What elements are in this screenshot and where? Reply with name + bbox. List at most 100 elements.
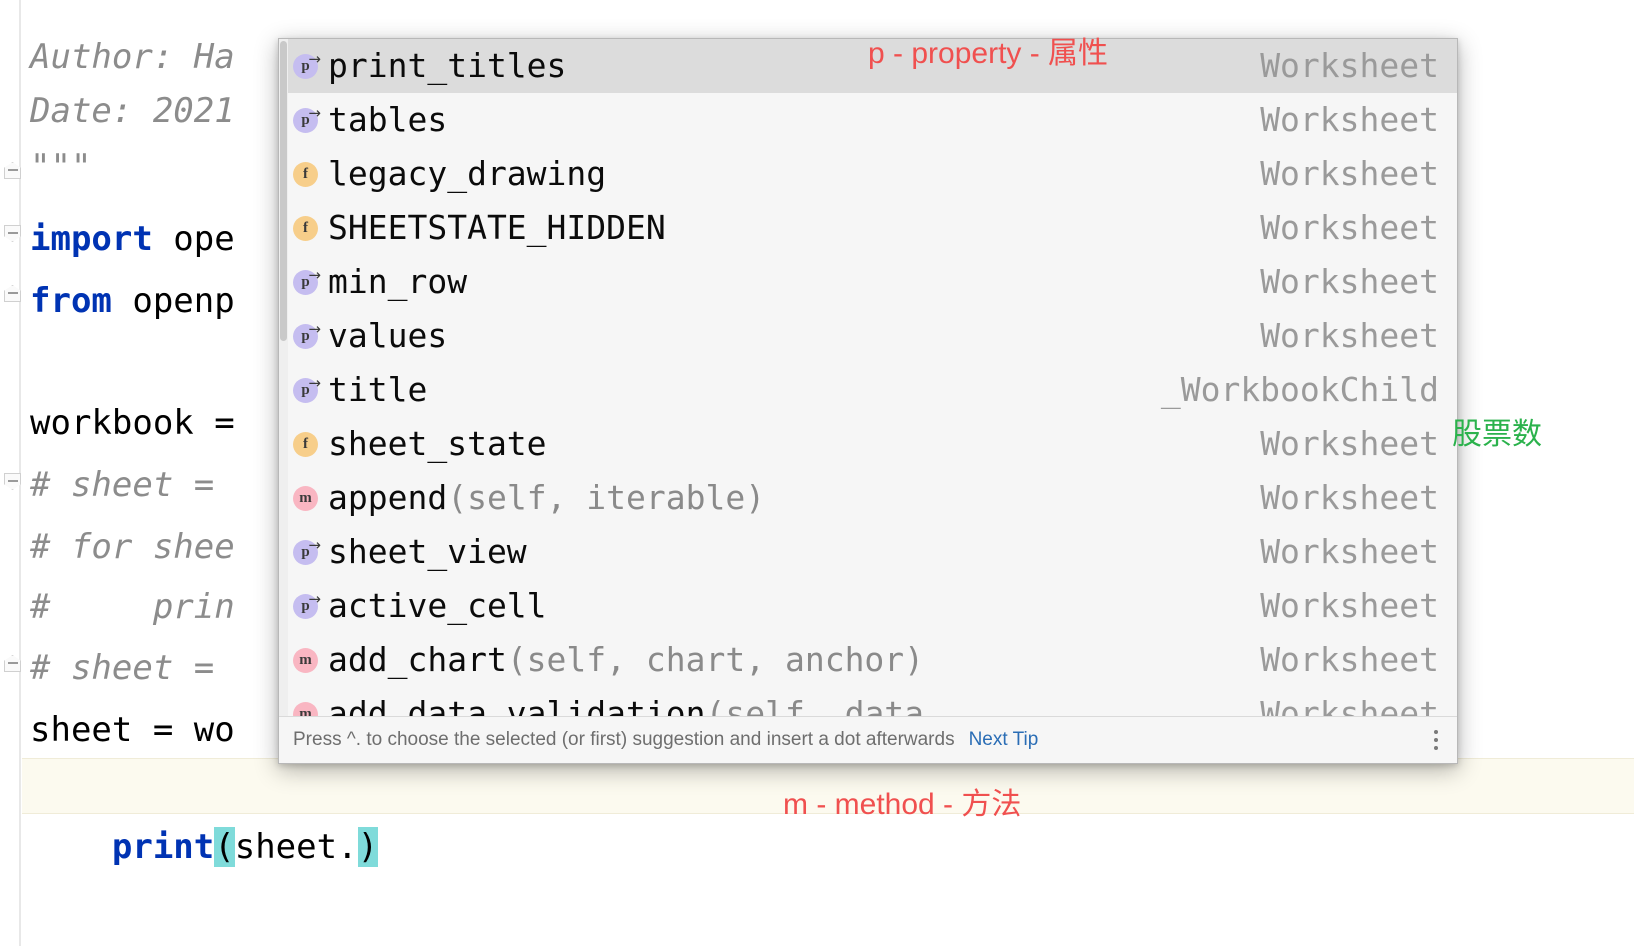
completion-scrollbar-track[interactable] — [279, 39, 288, 718]
code-fold-toggle[interactable] — [4, 225, 22, 243]
completion-item-params: (self, chart, anchor) — [506, 640, 925, 679]
property-icon: p → — [293, 592, 321, 620]
completion-item-name: active_cell — [328, 586, 547, 625]
code-segment: # sheet = — [30, 648, 235, 688]
code-segment: ope — [173, 219, 235, 259]
arrow-icon: → — [308, 50, 321, 68]
more-options-icon[interactable] — [1425, 727, 1447, 753]
property-icon: p → — [293, 52, 321, 80]
completion-item[interactable]: p → print_titles Worksheet — [279, 39, 1457, 93]
property-icon: p → — [293, 322, 321, 350]
completion-item[interactable]: p → active_cell Worksheet — [279, 579, 1457, 633]
completion-item-name: legacy_drawing — [328, 154, 607, 193]
completion-item-type: Worksheet — [1260, 316, 1439, 355]
code-fold-toggle[interactable] — [4, 285, 22, 303]
completion-item[interactable]: f SHEETSTATE_HIDDEN Worksheet — [279, 201, 1457, 255]
code-completion-popup[interactable]: p → print_titles Worksheet p → tables Worksheet… — [278, 38, 1458, 764]
open-paren-highlight: ( — [214, 827, 235, 867]
badge-letter: f — [293, 162, 318, 187]
arrow-icon: → — [308, 374, 321, 392]
arrow-icon: → — [308, 320, 321, 338]
code-line: # sheet = — [30, 641, 235, 695]
code-segment: # prin — [30, 587, 235, 627]
completion-item-name: sheet_view — [328, 532, 527, 571]
code-segment: workbook = — [30, 403, 256, 443]
code-segment: openp — [132, 281, 235, 321]
completion-item-name: tables — [328, 100, 448, 139]
property-icon: p → — [293, 376, 321, 404]
code-segment: # sheet = — [30, 465, 235, 505]
code-segment: import — [30, 219, 174, 259]
completion-item-name: values — [328, 316, 448, 355]
code-segment: from — [30, 281, 133, 321]
code-line: # sheet = — [30, 458, 235, 512]
arrow-icon: → — [308, 590, 321, 608]
completion-item[interactable]: f legacy_drawing Worksheet — [279, 147, 1457, 201]
completion-item-name: add_chart — [328, 640, 507, 679]
code-line: Author: Ha — [30, 30, 235, 84]
code-line: sheet = wo — [30, 703, 235, 757]
completion-item-type: _WorkbookChild — [1160, 370, 1439, 409]
arrow-icon: → — [308, 104, 321, 122]
code-line: # prin — [30, 580, 235, 634]
code-line: from openp — [30, 274, 235, 328]
completion-item-type: Worksheet — [1260, 262, 1439, 301]
completion-item[interactable]: m add_data_validation (self, data Worksheet — [279, 687, 1457, 718]
field-icon: f — [293, 430, 321, 458]
code-segment: Date: 2021 — [30, 91, 235, 131]
arrow-icon: → — [308, 536, 321, 554]
completion-item[interactable]: p → title _WorkbookChild — [279, 363, 1457, 417]
close-paren-highlight: ) — [357, 827, 379, 867]
badge-letter: m — [293, 486, 318, 511]
completion-item[interactable]: f sheet_state Worksheet — [279, 417, 1457, 471]
completion-item-type: Worksheet — [1260, 208, 1439, 247]
code-segment: """ — [30, 147, 92, 187]
minus-icon — [7, 480, 18, 482]
completion-item[interactable]: m append (self, iterable) Worksheet — [279, 471, 1457, 525]
field-icon: f — [293, 214, 321, 242]
badge-letter: m — [293, 648, 318, 673]
completion-item-name: print_titles — [328, 46, 567, 85]
code-segment: sheet = wo — [30, 710, 235, 750]
code-line: workbook = — [30, 396, 255, 450]
completion-item[interactable]: p → sheet_view Worksheet — [279, 525, 1457, 579]
code-line: # for shee — [30, 520, 235, 574]
field-icon: f — [293, 160, 321, 188]
next-tip-link[interactable]: Next Tip — [969, 729, 1039, 751]
completion-scrollbar-thumb[interactable] — [280, 41, 287, 341]
property-icon: p → — [293, 106, 321, 134]
completion-hint-text: Press ^. to choose the selected (or firs… — [293, 729, 955, 750]
minus-icon — [7, 292, 18, 294]
code-segment: # for shee — [30, 527, 235, 567]
completion-item[interactable]: p → tables Worksheet — [279, 93, 1457, 147]
minus-icon — [7, 662, 18, 664]
code-line: import ope — [30, 212, 235, 266]
minus-icon — [7, 169, 18, 171]
completion-item-params: (self, iterable) — [447, 478, 766, 517]
completion-item-name: SHEETSTATE_HIDDEN — [328, 208, 666, 247]
completion-list[interactable]: p → print_titles Worksheet p → tables Worksheet… — [279, 39, 1457, 718]
property-icon: p → — [293, 538, 321, 566]
completion-item-type: Worksheet — [1260, 694, 1439, 719]
completion-item-type: Worksheet — [1260, 46, 1439, 85]
completion-item-name: add_data_validation — [328, 694, 706, 719]
code-segment: Author: Ha — [30, 37, 235, 77]
code-fold-toggle[interactable] — [4, 162, 22, 180]
completion-item[interactable]: m add_chart (self, chart, anchor) Worksheet — [279, 633, 1457, 687]
completion-item-type: Worksheet — [1260, 154, 1439, 193]
completion-item-name: append — [328, 478, 448, 517]
completion-item-name: min_row — [328, 262, 468, 301]
code-fold-toggle[interactable] — [4, 473, 22, 491]
code-line: """ — [30, 140, 91, 194]
completion-item-type: Worksheet — [1260, 532, 1439, 571]
completion-item[interactable]: p → min_row Worksheet — [279, 255, 1457, 309]
badge-letter: f — [293, 432, 318, 457]
completion-item[interactable]: p → values Worksheet — [279, 309, 1457, 363]
completion-item-params: (self, data — [705, 694, 925, 719]
method-icon: m — [293, 484, 321, 512]
print-statement-line[interactable]: print(sheet.) — [30, 766, 379, 928]
property-icon: p → — [293, 268, 321, 296]
completion-item-name: title — [328, 370, 428, 409]
code-fold-toggle[interactable] — [4, 655, 22, 673]
completion-item-type: Worksheet — [1260, 424, 1439, 463]
